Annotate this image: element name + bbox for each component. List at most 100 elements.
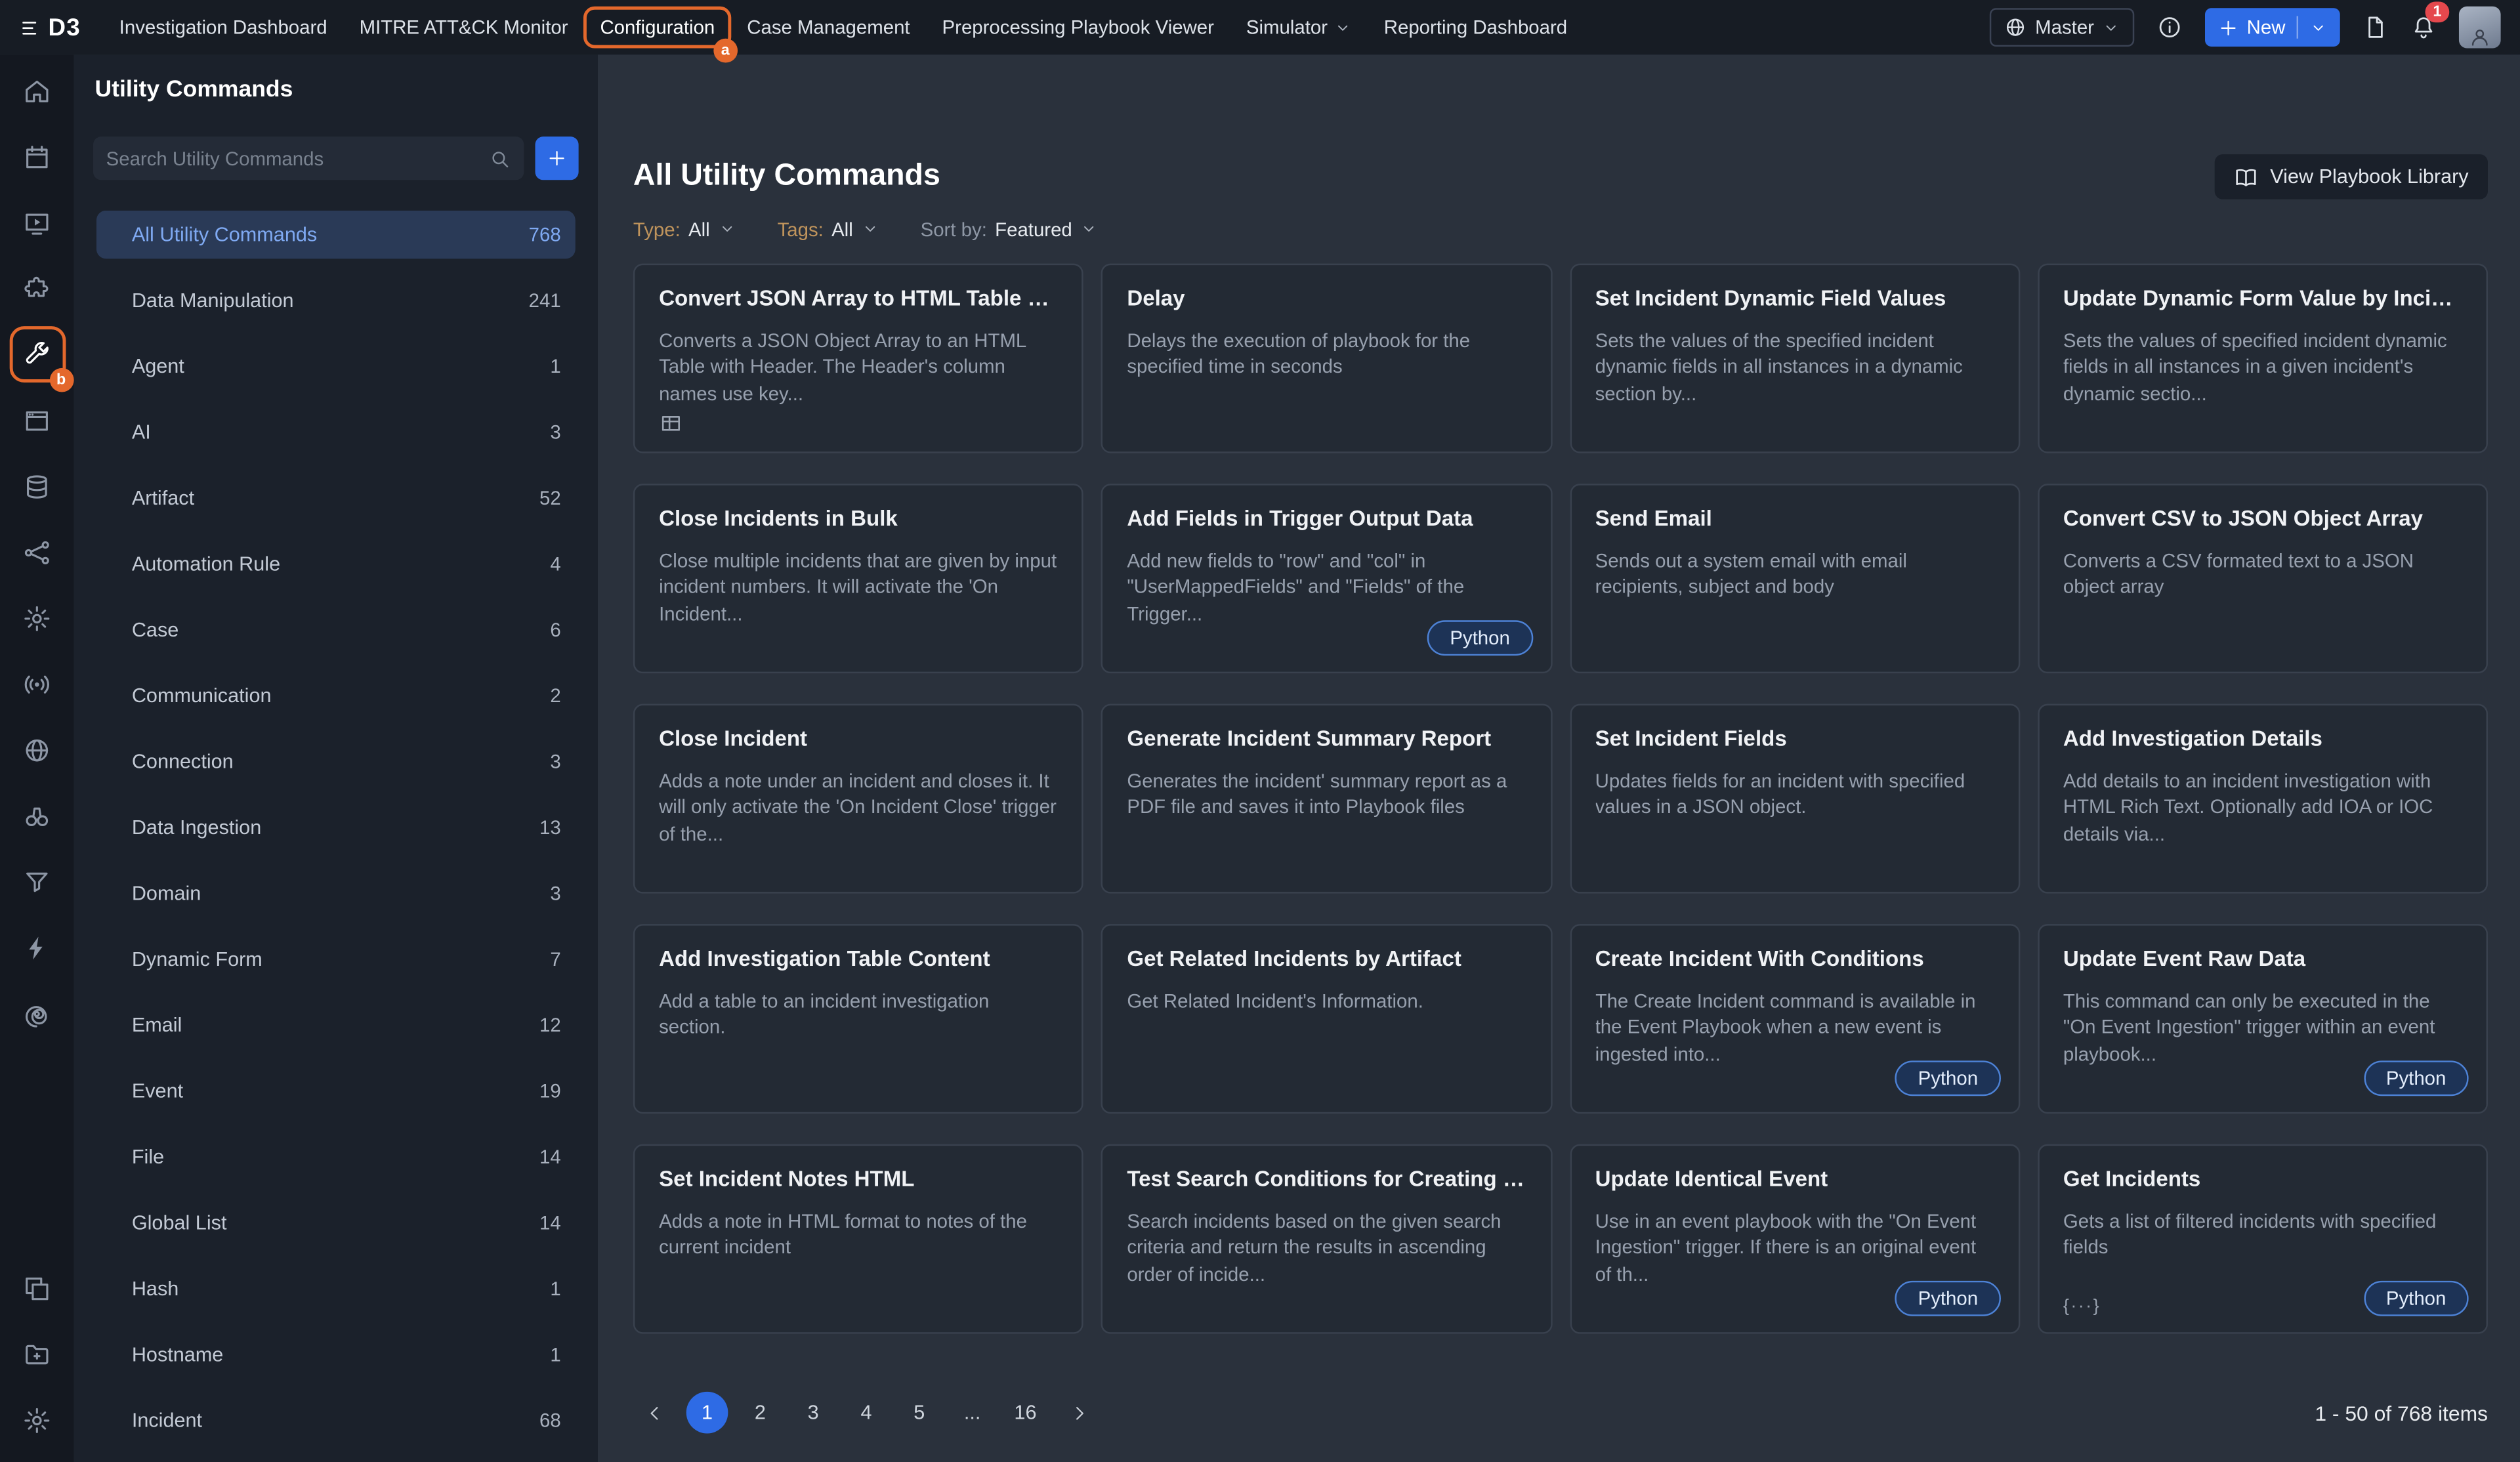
command-card-get-incidents[interactable]: Get IncidentsGets a list of filtered inc… [2038,1144,2488,1334]
rail-item-settings[interactable] [4,585,70,650]
info-icon[interactable] [2156,14,2182,40]
page-button-3[interactable]: 3 [792,1392,834,1434]
rail-item-investigate[interactable] [4,783,70,848]
tags-filter[interactable]: Tags: All [778,218,879,240]
command-card-delay[interactable]: DelayDelays the execution of playbook fo… [1101,264,1551,453]
environment-selector[interactable]: Master [1990,8,2135,47]
command-card-test-search-conditions-for-creating-inci[interactable]: Test Search Conditions for Creating Inci… [1101,1144,1551,1334]
sidebar-item-connection[interactable]: Connection3 [96,738,576,785]
nav-item-investigation-dashboard[interactable]: Investigation Dashboard [103,7,343,49]
nav-item-reporting-dashboard[interactable]: Reporting Dashboard [1368,7,1583,49]
command-card-get-related-incidents-by-artifact[interactable]: Get Related Incidents by ArtifactGet Rel… [1101,924,1551,1114]
braces-icon: {···} [2063,1297,2101,1316]
nav-item-simulator[interactable]: Simulator [1230,7,1368,49]
command-card-convert-csv-to-json-object-array[interactable]: Convert CSV to JSON Object ArrayConverts… [2038,484,2488,673]
type-filter[interactable]: Type: All [633,218,736,240]
rail-item-web[interactable] [4,717,70,782]
rail-item-playbook[interactable] [4,190,70,255]
sidebar-item-global-list[interactable]: Global List14 [96,1199,576,1247]
new-button-label: New [2247,16,2286,38]
view-playbook-library-button[interactable]: View Playbook Library [2214,154,2488,199]
command-card-set-incident-notes-html[interactable]: Set Incident Notes HTMLAdds a note in HT… [633,1144,1083,1334]
nav-item-case-management[interactable]: Case Management [731,7,926,49]
page-button-1[interactable]: 1 [686,1392,728,1434]
new-button[interactable]: New [2205,8,2340,47]
sidebar-item-hostname[interactable]: Hostname1 [96,1331,576,1379]
annotation-a-badge: a [713,39,738,63]
search-input[interactable] [106,147,489,169]
sidebar-item-case[interactable]: Case6 [96,606,576,654]
command-title: Create Incident With Conditions [1595,946,1994,971]
category-count: 13 [539,816,561,839]
rail-item-filter[interactable] [4,848,70,914]
command-card-close-incidents-in-bulk[interactable]: Close Incidents in BulkClose multiple in… [633,484,1083,673]
sidebar-item-hash[interactable]: Hash1 [96,1264,576,1312]
rail-item-folder[interactable] [4,1321,70,1387]
command-card-add-fields-in-trigger-output-data[interactable]: Add Fields in Trigger Output DataAdd new… [1101,484,1551,673]
language-badge: Python [1427,620,1532,656]
command-card-update-identical-event[interactable]: Update Identical EventUse in an event pl… [1569,1144,2019,1334]
rail-item-automation[interactable] [4,914,70,980]
prev-page-button[interactable] [633,1392,675,1434]
nav-item-configuration[interactable]: Configurationa [584,7,731,49]
sidebar-item-automation-rule[interactable]: Automation Rule4 [96,540,576,588]
sidebar-item-incident[interactable]: Incident68 [96,1396,576,1444]
command-description: Add new fields to "row" and "col" in "Us… [1127,548,1526,627]
command-card-create-incident-with-conditions[interactable]: Create Incident With Conditions The Creat… [1569,924,2019,1114]
command-card-add-investigation-table-content[interactable]: Add Investigation Table ContentAdd a tab… [633,924,1083,1114]
command-card-update-event-raw-data[interactable]: Update Event Raw DataThis command can on… [2038,924,2488,1114]
rail-item-home[interactable] [4,58,70,123]
add-command-button[interactable] [536,136,579,180]
rail-item-spiral[interactable] [4,980,70,1046]
sidebar-item-data-manipulation[interactable]: Data Manipulation241 [96,276,576,324]
next-page-button[interactable] [1057,1392,1099,1434]
sidebar-item-data-ingestion[interactable]: Data Ingestion13 [96,803,576,851]
nav-item-label: MITRE ATT&CK Monitor [360,16,568,38]
page-button-16[interactable]: 16 [1005,1392,1047,1434]
command-card-generate-incident-summary-report[interactable]: Generate Incident Summary ReportGenerate… [1101,704,1551,894]
nav-item-mitre-att-ck-monitor[interactable]: MITRE ATT&CK Monitor [343,7,584,49]
sidebar-item-ai[interactable]: AI3 [96,408,576,456]
command-card-set-incident-fields[interactable]: Set Incident FieldsUpdates fields for an… [1569,704,2019,894]
command-card-send-email[interactable]: Send EmailSends out a system email with … [1569,484,2019,673]
sidebar-item-all-utility-commands[interactable]: All Utility Commands768 [96,211,576,259]
command-card-update-dynamic-form-value-by-incident[interactable]: Update Dynamic Form Value by Incident...… [2038,264,2488,453]
sort-filter[interactable]: Sort by: Featured [921,218,1098,240]
command-card-close-incident[interactable]: Close IncidentAdds a note under an incid… [633,704,1083,894]
pagination-summary: 1 - 50 of 768 items [2315,1400,2488,1425]
chevron-right-icon [1068,1402,1089,1423]
user-avatar[interactable] [2459,7,2501,49]
rail-item-settings-bottom[interactable] [4,1387,70,1452]
command-card-convert-json-array-to-html-table-with[interactable]: Convert JSON Array to HTML Table with...… [633,264,1083,453]
nav-item-preprocessing-playbook-viewer[interactable]: Preprocessing Playbook Viewer [926,7,1230,49]
rail-item-link-analysis[interactable] [4,519,70,585]
search-box[interactable] [93,136,524,180]
command-card-add-investigation-details[interactable]: Add Investigation DetailsAdd details to … [2038,704,2488,894]
page-button-2[interactable]: 2 [740,1392,782,1434]
sidebar-item-event[interactable]: Event19 [96,1067,576,1115]
sidebar-item-agent[interactable]: Agent1 [96,343,576,390]
rail-item-utility-commands[interactable]: b [4,322,70,387]
sidebar-item-domain[interactable]: Domain3 [96,869,576,917]
page-button-4[interactable]: 4 [845,1392,887,1434]
chevron-down-icon [1080,220,1098,238]
page-ellipsis[interactable]: ... [952,1392,994,1434]
sidebar-item-email[interactable]: Email12 [96,1001,576,1049]
document-icon[interactable] [2362,14,2388,40]
notifications-button[interactable]: 1 [2410,14,2436,40]
rail-item-calendar[interactable] [4,124,70,190]
rail-item-integrations[interactable] [4,255,70,321]
page-button-5[interactable]: 5 [898,1392,940,1434]
rail-item-event-pipeline[interactable] [4,651,70,717]
rail-item-forms[interactable] [4,387,70,453]
command-card-set-incident-dynamic-field-values[interactable]: Set Incident Dynamic Field ValuesSets th… [1569,264,2019,453]
sidebar-item-file[interactable]: File14 [96,1133,576,1181]
sidebar-item-communication[interactable]: Communication2 [96,672,576,720]
top-nav-items: Investigation Dashboard MITRE ATT&CK Moni… [103,7,1583,49]
rail-item-database[interactable] [4,453,70,519]
sidebar-item-dynamic-form[interactable]: Dynamic Form7 [96,935,576,983]
link-analysis-icon [22,537,51,566]
sidebar-item-artifact[interactable]: Artifact52 [96,474,576,522]
command-description: The Create Incident command is available… [1595,988,1994,1067]
rail-item-copy[interactable] [4,1255,70,1321]
